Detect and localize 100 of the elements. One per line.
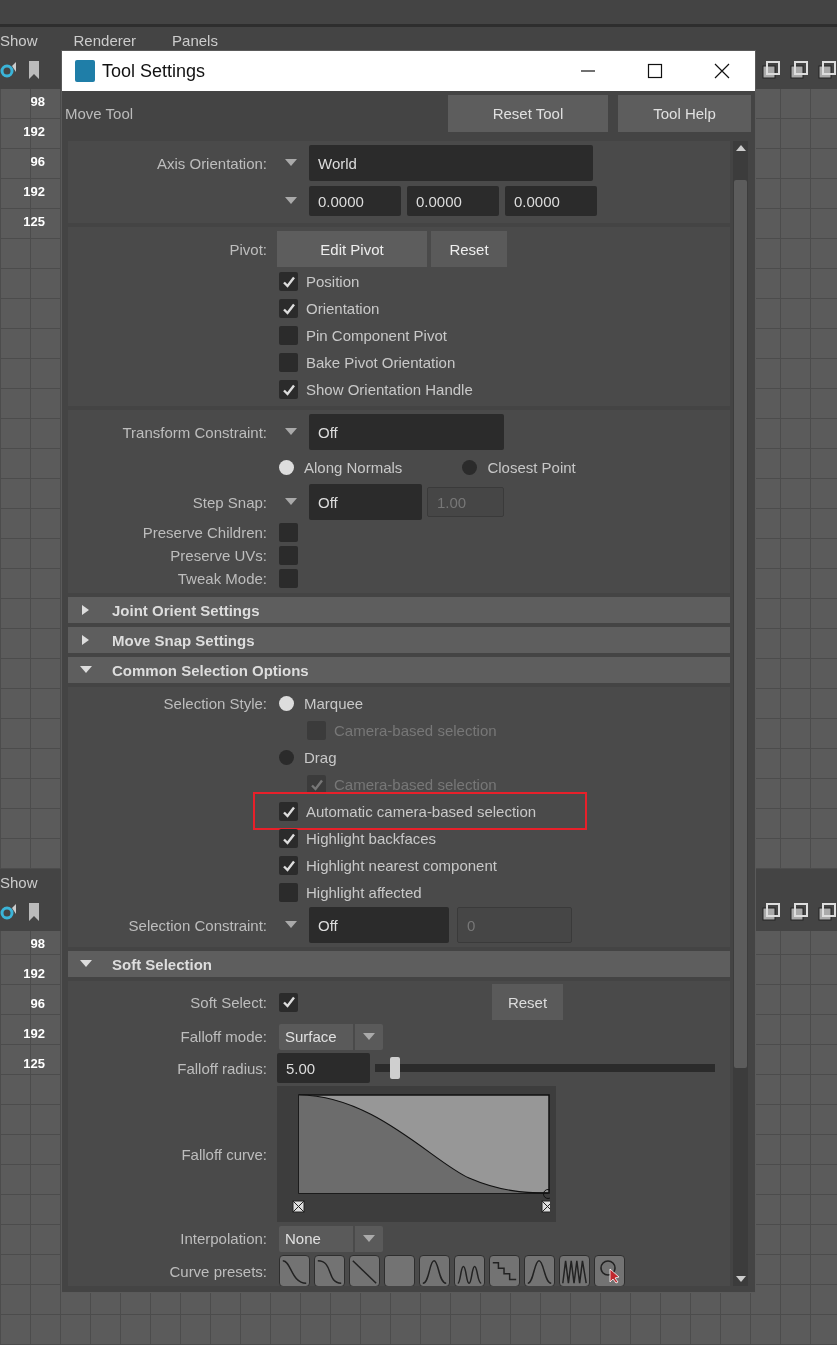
hud-number: 98 (30, 93, 45, 110)
caret-icon (285, 498, 297, 506)
checkbox[interactable] (279, 353, 298, 372)
field-label: Interpolation: (180, 1230, 267, 1247)
close-icon (713, 63, 730, 79)
checkbox[interactable] (279, 829, 298, 848)
reset-button[interactable]: Reset (492, 984, 563, 1020)
field-label: Soft Select: (190, 993, 267, 1011)
checkbox-label: Bake Pivot Orientation (306, 354, 456, 371)
panel-layout-icon (761, 60, 781, 80)
curve-preset-button[interactable] (419, 1255, 450, 1286)
pivot-button[interactable]: Reset (431, 231, 507, 267)
hud-number: 192 (23, 183, 45, 200)
section-title: Joint Orient Settings (112, 601, 260, 619)
number-field[interactable]: 5.00 (277, 1053, 370, 1083)
curve-preset-button[interactable] (524, 1255, 555, 1286)
menu-item[interactable]: Show (0, 874, 38, 891)
radio-label: Closest Point (487, 458, 576, 476)
checkbox[interactable] (279, 523, 298, 542)
scrollbar[interactable] (733, 141, 748, 1286)
checkbox[interactable] (279, 272, 298, 291)
dropdown-field[interactable]: Off (309, 414, 504, 450)
menu-item[interactable]: Renderer (73, 32, 137, 49)
radio-label: Along Normals (304, 458, 403, 476)
hud-number: 96 (30, 995, 45, 1012)
camera-icon (0, 902, 16, 922)
checkbox[interactable] (279, 883, 298, 902)
panel-layout-icon (817, 60, 837, 80)
checkbox-label: Automatic camera-based selection (306, 803, 537, 820)
hud-number: 192 (23, 123, 45, 140)
dropdown-field[interactable]: World (309, 145, 593, 181)
slider-thumb[interactable] (390, 1057, 401, 1079)
hud-number: 98 (30, 935, 45, 952)
curve-preset-button[interactable] (559, 1255, 590, 1286)
checkbox[interactable] (279, 299, 298, 318)
panel-layout-icon (789, 902, 809, 922)
window-title: Tool Settings (102, 60, 206, 82)
section-header[interactable]: Joint Orient Settings (68, 597, 730, 623)
checkbox[interactable] (279, 569, 298, 588)
caret-icon (363, 1234, 375, 1243)
app-logo-icon (75, 60, 95, 82)
radio-button[interactable] (462, 459, 478, 475)
field-label: Falloff radius: (177, 1059, 267, 1077)
cursor-icon (598, 1258, 622, 1284)
menu-item[interactable]: Panels (172, 32, 218, 49)
checkbox[interactable] (279, 992, 298, 1012)
curve-preset-button[interactable] (489, 1255, 520, 1286)
radio-button[interactable] (279, 696, 294, 711)
checkbox-label: Highlight affected (306, 884, 422, 901)
field-label: Pivot: (229, 240, 267, 258)
radio-label: Marquee (304, 695, 364, 712)
number-field[interactable]: 0.0000 (407, 186, 499, 216)
header-button[interactable]: Reset Tool (448, 94, 608, 132)
pivot-button[interactable]: Edit Pivot (277, 231, 427, 267)
checkbox[interactable] (279, 802, 298, 821)
dropdown-field[interactable]: Off (309, 484, 422, 520)
scrollbar-thumb[interactable] (734, 180, 747, 1068)
section-title: Soft Selection (112, 955, 212, 973)
expanded-triangle-icon (80, 959, 92, 969)
caret-icon (285, 197, 297, 205)
curve-preset-button[interactable] (384, 1255, 415, 1286)
field-label: Preserve Children: (142, 524, 267, 541)
radio-button[interactable] (279, 459, 294, 475)
hud-number: 192 (23, 965, 45, 982)
checkbox[interactable] (279, 546, 298, 565)
field-label: Step Snap: (192, 493, 267, 511)
curve-preset-button[interactable] (454, 1255, 485, 1286)
checkbox[interactable] (279, 326, 298, 345)
panel-layout-icon (789, 60, 809, 80)
curve-preset-button[interactable] (279, 1255, 310, 1286)
number-field[interactable]: 0.0000 (309, 186, 401, 216)
section-title: Move Snap Settings (112, 631, 255, 649)
expanded-triangle-icon (80, 665, 92, 675)
checkbox-label: Highlight nearest component (306, 857, 497, 874)
maximize-icon (646, 63, 663, 79)
dropdown-field[interactable]: Off (309, 907, 449, 943)
hud-number: 96 (30, 153, 45, 170)
hud-number: 192 (23, 1025, 45, 1042)
scroll-down-icon (734, 1275, 747, 1283)
section-header[interactable]: Move Snap Settings (68, 627, 730, 653)
field-label: Tweak Mode: (177, 570, 267, 587)
checkbox-label: Pin Component Pivot (306, 327, 447, 344)
curve-preset-button[interactable] (349, 1255, 380, 1286)
section-header[interactable]: Soft Selection (68, 951, 730, 977)
panel-layout-icon (817, 902, 837, 922)
number-field[interactable]: 0.0000 (505, 186, 597, 216)
radio-button[interactable] (279, 750, 294, 765)
hud-number: 125 (23, 213, 45, 230)
curve-preset-button[interactable] (314, 1255, 345, 1286)
checkbox-label: Orientation (306, 300, 380, 317)
menu-item[interactable]: Show (0, 32, 38, 49)
curve-preset-button[interactable] (594, 1255, 625, 1286)
checkbox[interactable] (279, 380, 298, 399)
section-header[interactable]: Common Selection Options (68, 657, 730, 683)
field-label: Transform Constraint: (122, 423, 267, 441)
header-button[interactable]: Tool Help (618, 94, 751, 132)
field-label: Falloff curve: (181, 1145, 267, 1163)
checkbox[interactable] (279, 856, 298, 875)
caret-icon (285, 428, 297, 436)
caret-icon (285, 159, 297, 167)
